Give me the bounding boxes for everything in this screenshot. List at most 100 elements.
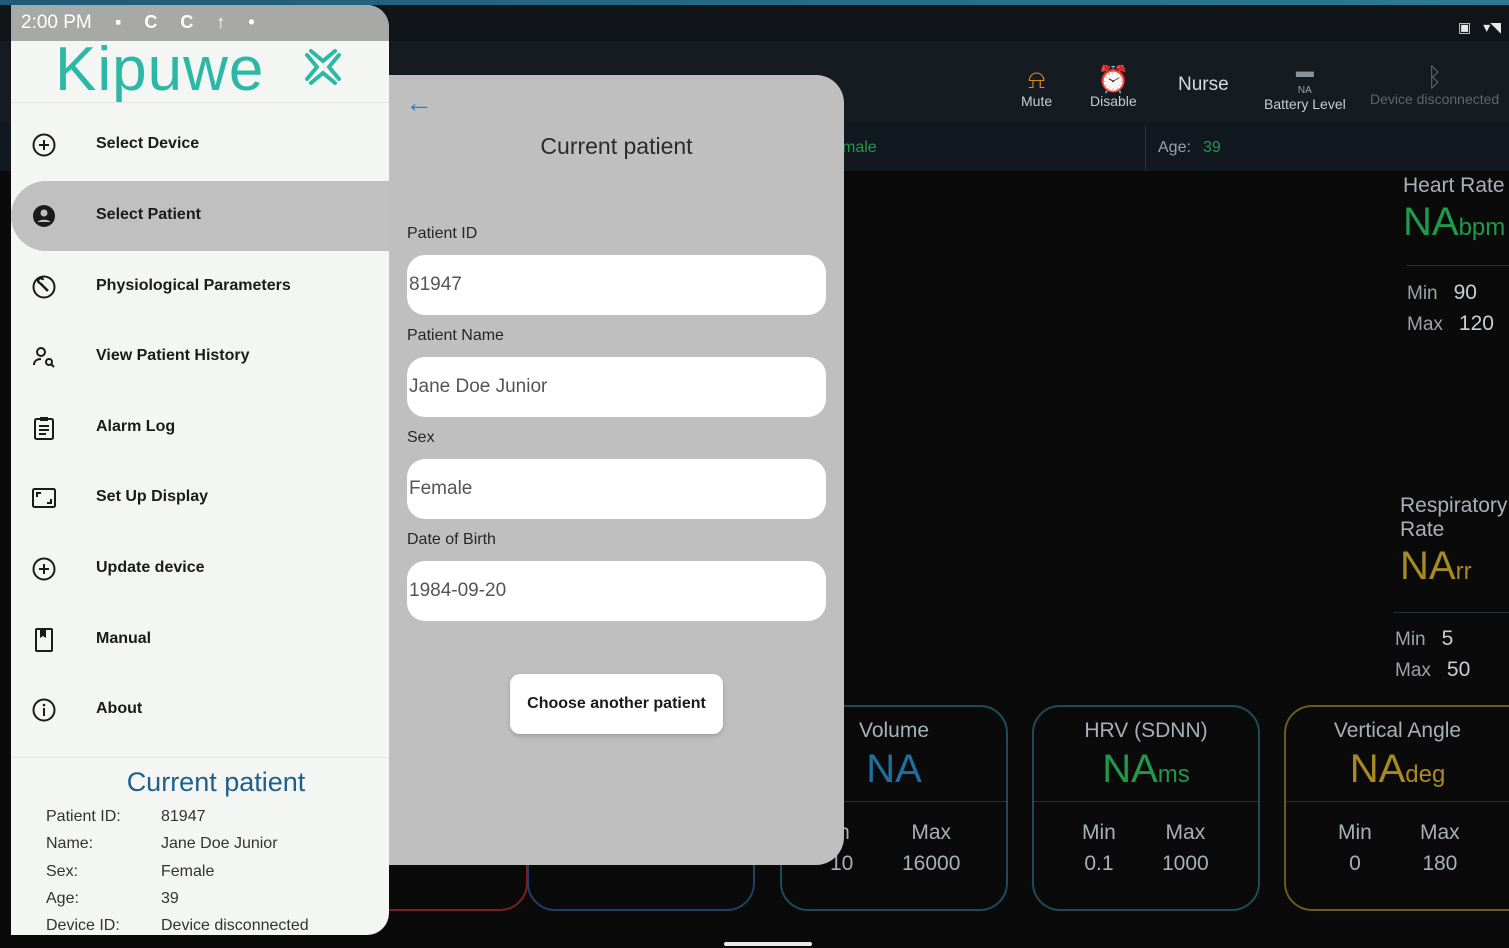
heart-rate-min: Min 90	[1407, 281, 1477, 304]
dob-field[interactable]	[407, 561, 826, 621]
nav-item-about[interactable]: About	[11, 675, 389, 745]
age-value: 39	[1203, 139, 1221, 156]
vertical-angle-card[interactable]: Vertical Angle NAdeg Min 0 Max 180	[1284, 705, 1509, 911]
nav-label-update-device: Update device	[96, 559, 205, 576]
patient-id-field[interactable]	[407, 255, 826, 315]
sex-value: male	[842, 139, 877, 156]
respiratory-rate-value: NArr	[1400, 544, 1472, 588]
mute-label: Mute	[1021, 93, 1053, 109]
nav-item-alarm-log[interactable]: Alarm Log	[11, 393, 389, 463]
vertical-angle-separator	[1286, 801, 1509, 802]
info-divider	[1145, 126, 1146, 170]
current-patient-title: Current patient	[126, 767, 306, 797]
dialog-title: Current patient	[540, 133, 693, 159]
nav-item-select-patient[interactable]: Select Patient	[11, 181, 389, 251]
nav-label-alarm-log: Alarm Log	[96, 418, 176, 435]
vertical-angle-value: NAdeg	[1349, 747, 1446, 791]
alarm-off-icon: ⏰	[1097, 64, 1130, 94]
account-circle-icon	[33, 205, 55, 227]
clipboard-icon	[34, 417, 54, 440]
sex-field[interactable]	[407, 459, 826, 519]
bluetooth-disabled-icon: ᛒ	[1426, 62, 1443, 92]
system-status-icons: ▣ ▾◥	[1458, 19, 1501, 36]
cp-device-id-label: Device ID:	[46, 917, 120, 934]
navigation-drawer: 2:00 PM ▪ C C ↑ • Kipuwe Select Device S…	[11, 5, 389, 935]
notification-icons: ▪ C C ↑ •	[115, 12, 264, 32]
nav-label-about: About	[96, 700, 143, 717]
heart-rate-value: NAbpm	[1403, 200, 1506, 244]
heart-rate-max: Max 120	[1407, 312, 1494, 335]
nav-item-set-up-display[interactable]: Set Up Display	[11, 463, 389, 533]
nav-label-set-up-display: Set Up Display	[96, 488, 209, 505]
device-status-label: Device disconnected	[1370, 91, 1500, 107]
vertical-angle-min: Min 0	[1338, 821, 1372, 875]
heart-rate-separator	[1406, 265, 1509, 266]
disable-button[interactable]: ⏰ Disable	[1090, 65, 1137, 109]
cp-sex-label: Sex:	[46, 863, 79, 880]
respiratory-rate-label: Respiratory Rate	[1400, 494, 1508, 541]
age-label: Age:	[1158, 139, 1191, 156]
mute-button[interactable]: ⍾ Mute	[1021, 65, 1052, 109]
hrv-title: HRV (SDNN)	[1084, 719, 1208, 742]
disable-label: Disable	[1090, 93, 1137, 109]
person-search-icon	[33, 347, 55, 368]
nav-item-physiological-parameters[interactable]: Physiological Parameters	[11, 252, 389, 322]
hrv-min: Min 0.1	[1082, 821, 1116, 875]
vibrate-icon: ▣	[1457, 19, 1472, 35]
volume-max: Max 16000	[902, 821, 961, 875]
patient-name-field[interactable]	[407, 357, 826, 417]
battery-value: NA	[1297, 85, 1312, 96]
add-circle-icon	[32, 557, 56, 581]
nav-label-physiological-parameters: Physiological Parameters	[96, 277, 291, 294]
cp-device-id-value: Device disconnected	[161, 917, 309, 934]
patient-name-label: Patient Name	[407, 327, 504, 344]
cp-name-label: Name:	[46, 835, 94, 852]
cp-name-value: Jane Doe Junior	[161, 835, 278, 852]
gesture-home-bar[interactable]	[724, 942, 812, 946]
battery-icon: ▬	[1295, 61, 1314, 81]
alarm-bell-icon: ⍾	[1027, 64, 1046, 94]
hrv-value: NAms	[1102, 747, 1190, 791]
wrench-circle-icon	[32, 275, 56, 299]
sex-label: Sex	[407, 429, 435, 446]
choose-another-patient-button[interactable]: Choose another patient	[510, 674, 723, 734]
back-arrow-icon[interactable]: ←	[405, 89, 433, 117]
kipuwex-logo: Kipuwe	[55, 35, 265, 104]
status-time: 2:00 PM	[21, 12, 92, 33]
respiratory-rate-min: Min 5	[1395, 627, 1454, 650]
current-patient-dialog: ← Current patient Patient ID Patient Nam…	[389, 75, 844, 865]
respiratory-rate-separator	[1394, 612, 1509, 613]
nav-label-view-patient-history: View Patient History	[96, 347, 250, 364]
patient-id-label: Patient ID	[407, 225, 478, 242]
hrv-max: Max 1000	[1162, 821, 1209, 875]
nav-item-select-device[interactable]: Select Device	[11, 110, 389, 180]
drawer-divider-bottom	[11, 757, 389, 758]
display-frame-icon	[32, 488, 56, 508]
nav-label-select-patient: Select Patient	[96, 206, 201, 223]
cp-sex-value: Female	[161, 863, 215, 880]
nav-label-manual: Manual	[96, 630, 152, 647]
battery-label: Battery Level	[1264, 96, 1346, 112]
cp-patient-id-value: 81947	[161, 808, 206, 825]
add-circle-icon	[32, 133, 56, 157]
drawer-divider-top	[11, 102, 389, 103]
book-icon	[35, 628, 53, 652]
dob-label: Date of Birth	[407, 531, 496, 548]
hrv-separator	[1034, 801, 1258, 802]
cp-age-value: 39	[161, 890, 179, 907]
vertical-angle-title: Vertical Angle	[1333, 719, 1462, 742]
vertical-angle-max: Max 180	[1420, 821, 1460, 875]
respiratory-rate-max: Max 50	[1395, 658, 1471, 681]
heart-rate-label: Heart Rate	[1403, 174, 1505, 197]
battery-level: ▬ NA Battery Level	[1264, 57, 1346, 112]
nav-item-manual[interactable]: Manual	[11, 605, 389, 675]
info-icon	[32, 698, 56, 722]
hrv-card[interactable]: HRV (SDNN) NAms Min 0.1 Max 1000	[1032, 705, 1260, 911]
role-label: Nurse	[1178, 74, 1229, 95]
wifi-icon: ▾◥	[1483, 19, 1501, 35]
cp-age-label: Age:	[46, 890, 79, 907]
nav-item-view-patient-history[interactable]: View Patient History	[11, 322, 389, 392]
logo-x-mark-icon	[305, 49, 341, 85]
nav-item-update-device[interactable]: Update device	[11, 534, 389, 604]
device-connection-status[interactable]: ᛒ Device disconnected	[1370, 63, 1499, 107]
